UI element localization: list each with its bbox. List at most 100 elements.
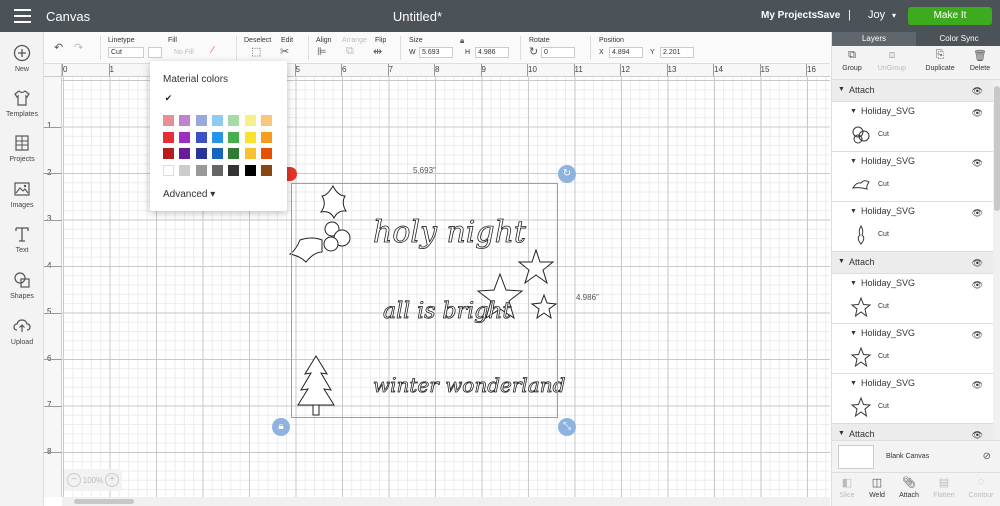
chevron-down-icon[interactable]: ▼ bbox=[850, 158, 857, 165]
lock-handle-icon[interactable]: 🔒︎ bbox=[272, 418, 290, 436]
layer-actions: ⧉ Group ⧈ UnGroup ⎘ Duplicate 🗑︎ Delete bbox=[832, 46, 1000, 80]
eye-icon[interactable]: 👁︎ bbox=[972, 208, 983, 219]
zoom-out-icon[interactable]: − bbox=[67, 473, 81, 487]
color-swatch[interactable] bbox=[228, 115, 240, 126]
color-swatch[interactable] bbox=[163, 131, 174, 143]
resize-handle-icon[interactable]: ⤡ bbox=[558, 418, 576, 436]
color-swatch[interactable] bbox=[195, 131, 207, 143]
eye-icon[interactable]: 👁︎ bbox=[972, 430, 983, 440]
chevron-down-icon[interactable]: ▼ bbox=[850, 280, 857, 287]
layer-item[interactable]: ▼ Holiday_SVG 👁︎ Cut bbox=[832, 102, 993, 152]
leaf-thumbnail-icon bbox=[852, 180, 870, 190]
attach-group[interactable]: ▼ Attach 👁︎ bbox=[832, 80, 993, 102]
eye-icon[interactable]: 👁︎ bbox=[972, 108, 983, 119]
attach-button[interactable]: 📎︎ Attach bbox=[892, 476, 926, 499]
chevron-down-icon[interactable]: ▼ bbox=[850, 330, 857, 337]
layer-item[interactable]: ▼ Holiday_SVG 👁︎ Cut bbox=[832, 324, 993, 374]
color-swatch[interactable] bbox=[163, 115, 174, 126]
no-color-checked-icon[interactable]: ✔ bbox=[163, 93, 174, 104]
eye-hidden-icon[interactable]: ⊘ bbox=[983, 451, 991, 462]
eye-icon[interactable]: 👁︎ bbox=[972, 330, 983, 341]
group-label: Attach bbox=[849, 257, 875, 267]
layer-operation: Cut bbox=[878, 231, 889, 238]
rotate-handle-icon[interactable]: ↻ bbox=[558, 165, 576, 183]
color-swatch[interactable] bbox=[244, 131, 256, 143]
blank-canvas-row[interactable]: Blank Canvas ⊘ bbox=[832, 440, 1000, 472]
ungroup-button[interactable]: ⧈ UnGroup bbox=[872, 49, 912, 72]
layer-item[interactable]: ▼ Holiday_SVG 👁︎ Cut bbox=[832, 202, 993, 252]
bottom-actions: ◧ Slice ◫ Weld 📎︎ Attach ▤ Flatten ◌ Con… bbox=[832, 472, 1000, 506]
scrollbar-thumb[interactable] bbox=[994, 86, 1000, 211]
eye-icon[interactable]: 👁︎ bbox=[972, 380, 983, 391]
eye-icon[interactable]: 👁︎ bbox=[972, 86, 983, 97]
chevron-down-icon[interactable]: ▼ bbox=[838, 430, 845, 437]
canvas-color-swatch[interactable] bbox=[838, 445, 874, 469]
ornaments-thumbnail-icon bbox=[852, 126, 870, 144]
color-swatch[interactable] bbox=[260, 164, 272, 176]
layer-item[interactable]: ▼ Holiday_SVG 👁︎ Cut bbox=[832, 374, 993, 424]
chevron-down-icon[interactable]: ▼ bbox=[850, 380, 857, 387]
color-swatch[interactable] bbox=[195, 164, 207, 176]
width-dimension-label: 5.693" bbox=[413, 166, 436, 175]
color-swatch[interactable] bbox=[260, 131, 272, 143]
color-swatch[interactable] bbox=[244, 148, 256, 159]
attach-group[interactable]: ▼ Attach 👁︎ bbox=[832, 252, 993, 274]
star-thumbnail-icon bbox=[850, 346, 872, 368]
group-button[interactable]: ⧉ Group bbox=[832, 49, 872, 72]
layers-scrollbar[interactable] bbox=[993, 80, 1000, 440]
color-swatch[interactable] bbox=[179, 131, 191, 143]
chevron-down-icon[interactable]: ▼ bbox=[850, 208, 857, 215]
action-label: Weld bbox=[869, 492, 885, 499]
tab-layers[interactable]: Layers bbox=[832, 32, 916, 46]
zoom-in-icon[interactable]: + bbox=[105, 473, 119, 487]
scrollbar-thumb[interactable] bbox=[74, 499, 134, 504]
layer-name: Holiday_SVG bbox=[861, 278, 916, 288]
action-label: Duplicate bbox=[925, 65, 955, 72]
layer-name: Holiday_SVG bbox=[861, 156, 916, 166]
attach-icon: 📎︎ bbox=[902, 477, 916, 489]
chevron-down-icon[interactable]: ▼ bbox=[838, 86, 845, 93]
color-swatch[interactable] bbox=[179, 115, 191, 126]
horizontal-scrollbar[interactable] bbox=[62, 497, 830, 506]
layers-list: ▼ Attach 👁︎ ▼ Holiday_SVG 👁︎ Cut ▼ Holid… bbox=[832, 80, 993, 440]
color-swatch[interactable] bbox=[260, 148, 272, 159]
star-thumbnail-icon bbox=[850, 296, 872, 318]
action-label: Attach bbox=[899, 492, 919, 499]
eye-icon[interactable]: 👁︎ bbox=[972, 258, 983, 269]
color-swatch[interactable] bbox=[163, 164, 174, 176]
eye-icon[interactable]: 👁︎ bbox=[972, 280, 983, 291]
flatten-icon: ▤ bbox=[938, 477, 950, 489]
layer-operation: Cut bbox=[878, 303, 889, 310]
color-swatch[interactable] bbox=[211, 164, 223, 176]
chevron-down-icon[interactable]: ▼ bbox=[838, 258, 845, 265]
color-swatch[interactable] bbox=[260, 115, 272, 126]
layer-item[interactable]: ▼ Holiday_SVG 👁︎ Cut bbox=[832, 274, 993, 324]
color-swatch[interactable] bbox=[244, 115, 256, 126]
eye-icon[interactable]: 👁︎ bbox=[972, 158, 983, 169]
chevron-down-icon[interactable]: ▼ bbox=[850, 108, 857, 115]
color-swatch[interactable] bbox=[211, 115, 223, 126]
color-swatch[interactable] bbox=[228, 131, 240, 143]
tab-color-sync[interactable]: Color Sync bbox=[917, 32, 1000, 46]
layer-item[interactable]: ▼ Holiday_SVG 👁︎ Cut bbox=[832, 152, 993, 202]
delete-button[interactable]: 🗑︎ Delete bbox=[960, 49, 1000, 72]
duplicate-button[interactable]: ⎘ Duplicate bbox=[918, 49, 962, 72]
color-swatch[interactable] bbox=[211, 131, 223, 143]
color-swatch[interactable] bbox=[228, 148, 240, 159]
attach-group[interactable]: ▼ Attach 👁︎ bbox=[832, 424, 993, 440]
color-swatch[interactable] bbox=[211, 148, 223, 159]
color-swatch[interactable] bbox=[179, 148, 191, 159]
color-swatch[interactable] bbox=[195, 148, 207, 159]
color-swatch[interactable] bbox=[163, 148, 174, 159]
advanced-colors-toggle[interactable]: Advanced ▾ bbox=[163, 189, 215, 200]
contour-button[interactable]: ◌ Contour bbox=[962, 476, 1000, 499]
group-icon: ⧉ bbox=[848, 49, 856, 61]
weld-button[interactable]: ◫ Weld bbox=[860, 476, 894, 499]
group-label: Attach bbox=[849, 85, 875, 95]
color-swatch[interactable] bbox=[179, 164, 191, 176]
selection-box[interactable] bbox=[291, 183, 558, 418]
color-swatch[interactable] bbox=[228, 164, 240, 176]
flatten-button[interactable]: ▤ Flatten bbox=[926, 476, 962, 499]
color-swatch[interactable] bbox=[244, 164, 256, 176]
color-swatch[interactable] bbox=[195, 115, 207, 126]
